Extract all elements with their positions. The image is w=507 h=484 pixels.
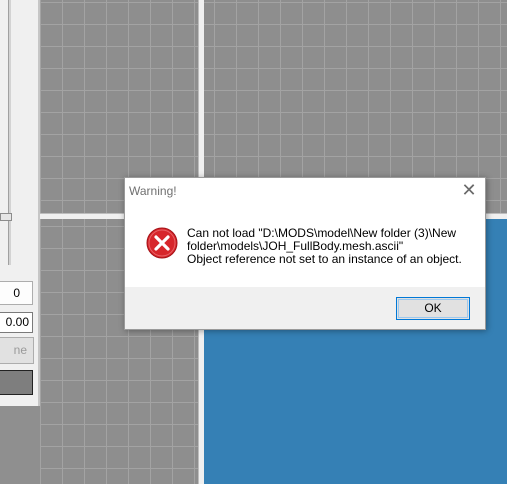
side-panel: 0 0.00 ne: [0, 0, 40, 406]
warning-dialog: Warning! ✕ Can not load "D:\MODS\model\N…: [124, 177, 486, 330]
value-field[interactable]: 0.00: [0, 312, 33, 333]
ok-button[interactable]: OK: [396, 297, 470, 320]
slider-track[interactable]: [8, 0, 11, 265]
slider-thumb[interactable]: [0, 213, 12, 221]
count-field[interactable]: 0: [0, 281, 33, 305]
close-icon[interactable]: ✕: [461, 181, 477, 199]
color-swatch-button[interactable]: [0, 370, 33, 395]
error-icon: [146, 227, 178, 259]
partial-button[interactable]: ne: [0, 337, 34, 364]
dialog-title: Warning!: [129, 184, 177, 198]
dialog-message: Can not load "D:\MODS\model\New folder (…: [187, 226, 462, 266]
